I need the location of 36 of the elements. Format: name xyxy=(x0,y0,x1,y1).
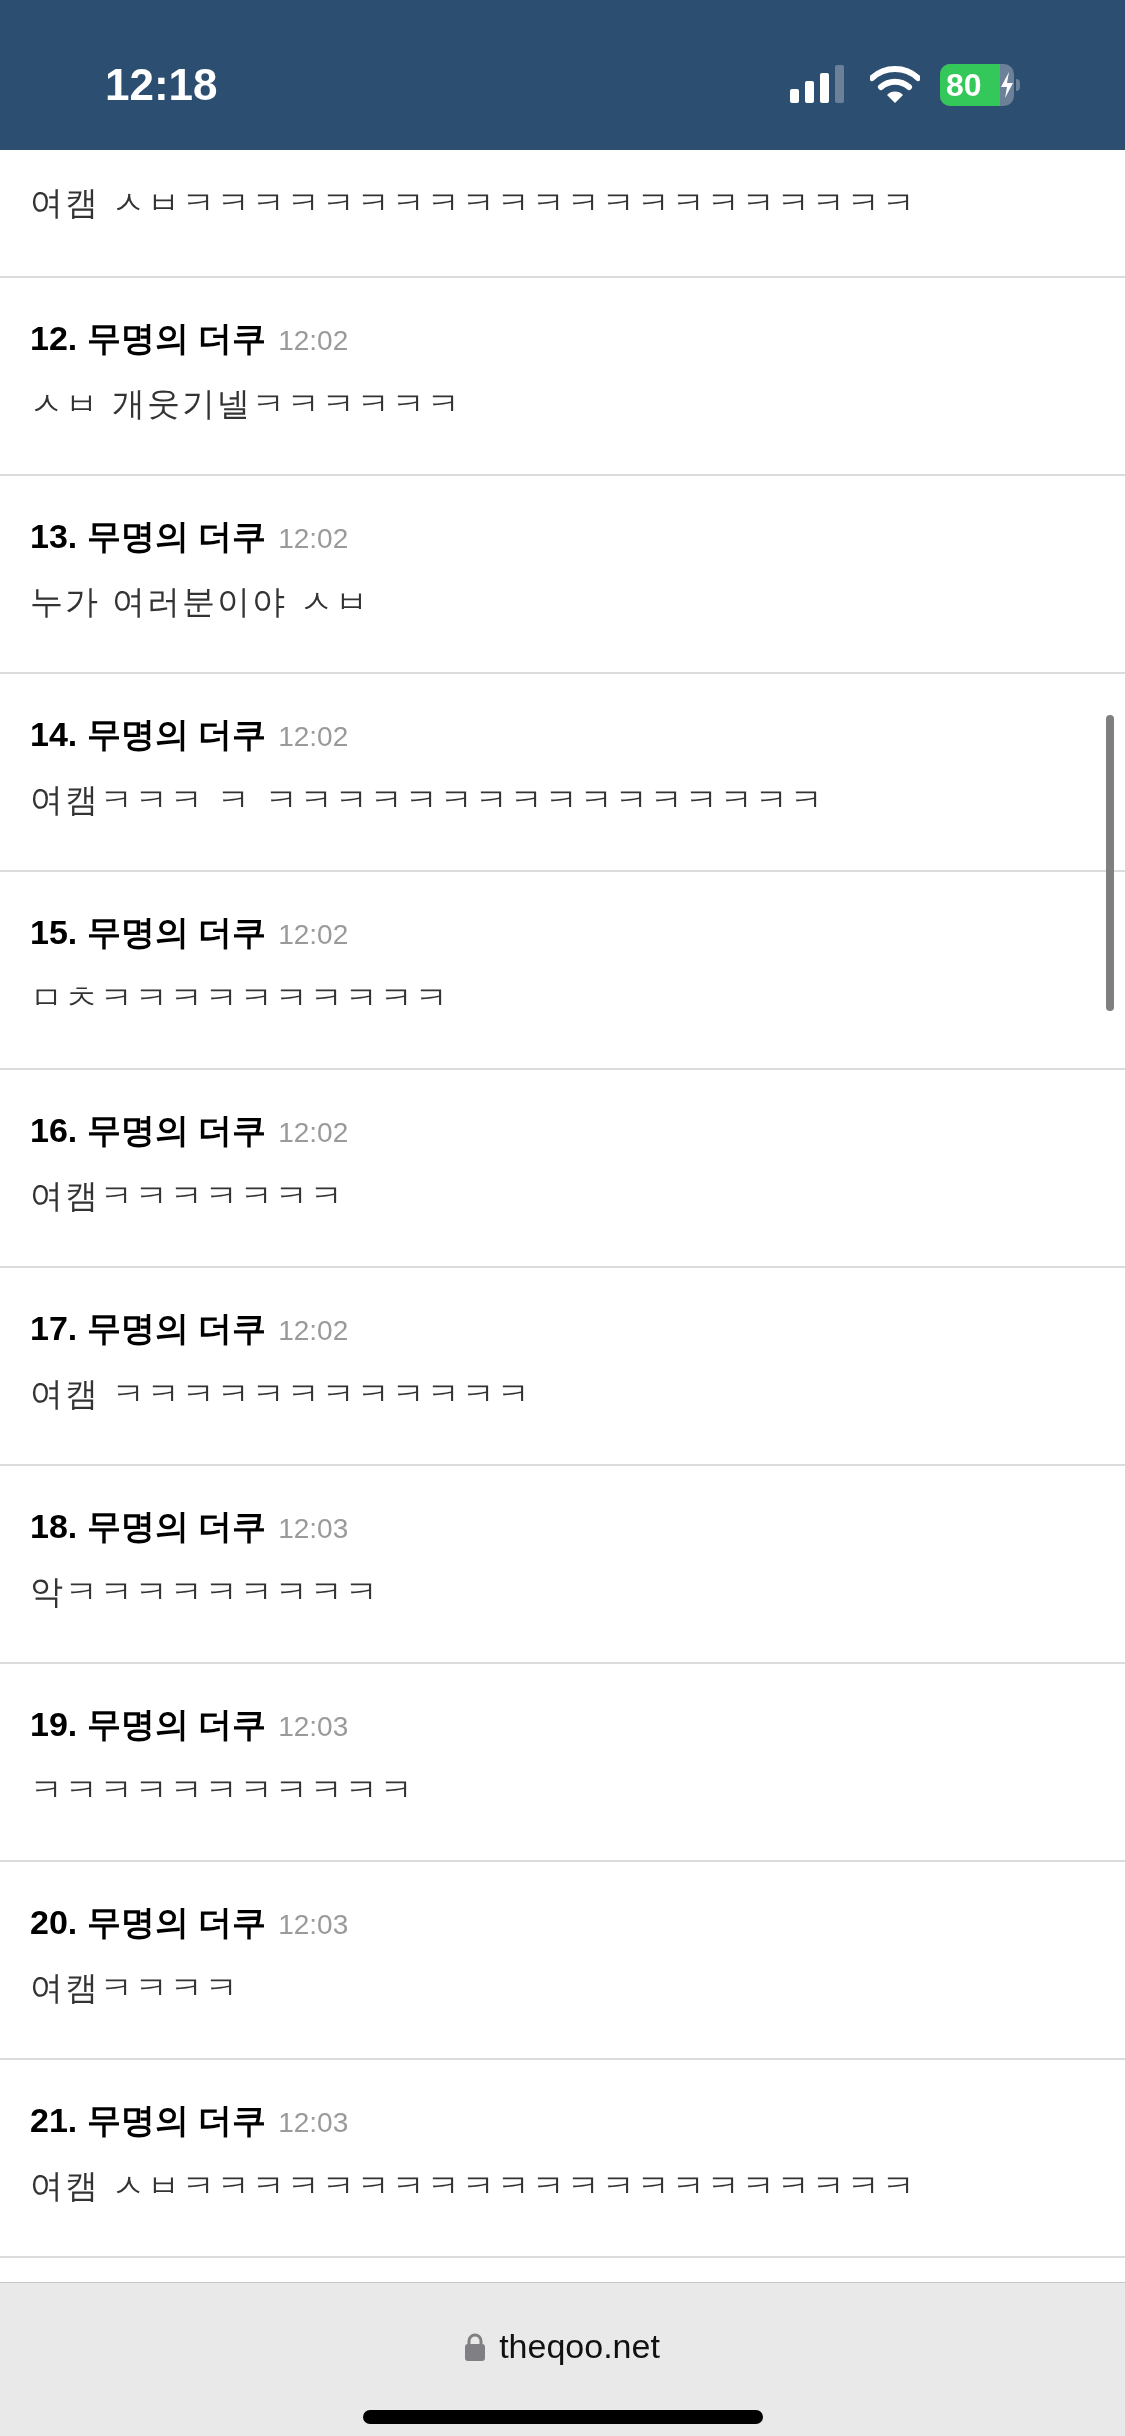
comment-time: 12:02 xyxy=(278,720,349,754)
status-time: 12:18 xyxy=(105,59,218,111)
comment-text: 여캠 ㅋㅋㅋㅋㅋㅋㅋㅋㅋㅋㅋㅋ xyxy=(30,1373,533,1415)
comment-author: 19. 무명의 더쿠 xyxy=(30,1704,267,1745)
comment-author: 20. 무명의 더쿠 xyxy=(30,1902,267,1943)
lock-icon xyxy=(465,2332,486,2361)
comment-text: ㅁㅊㅋㅋㅋㅋㅋㅋㅋㅋㅋㅋ xyxy=(30,977,450,1019)
comment-time: 12:03 xyxy=(278,2106,349,2140)
comment-text: 악ㅋㅋㅋㅋㅋㅋㅋㅋㅋ xyxy=(30,1571,380,1613)
comment-time: 12:03 xyxy=(278,1512,349,1546)
comment-time: 12:02 xyxy=(278,918,349,952)
comment-time: 12:03 xyxy=(278,1710,349,1744)
comment-author: 17. 무명의 더쿠 xyxy=(30,1308,267,1349)
comment-time: 12:02 xyxy=(278,522,349,556)
comment-text: 여캠ㅋㅋㅋㅋ xyxy=(30,1967,240,2009)
comment-text: ㅋㅋㅋㅋㅋㅋㅋㅋㅋㅋㅋ xyxy=(30,1769,415,1811)
comment-author: 12. 무명의 더쿠 xyxy=(30,318,267,359)
comment-author: 13. 무명의 더쿠 xyxy=(30,516,267,557)
url-text[interactable]: theqoo.net xyxy=(499,2321,660,2372)
comment-time: 12:02 xyxy=(278,1314,349,1348)
comment-author: 15. 무명의 더쿠 xyxy=(30,912,267,953)
comment-time: 12:02 xyxy=(278,324,349,358)
comment-text: 여캠 ㅅㅂㅋㅋㅋㅋㅋㅋㅋㅋㅋㅋㅋㅋㅋㅋㅋㅋㅋㅋㅋㅋㅋ xyxy=(30,182,918,224)
comment-text: 누가 여러분이야 ㅅㅂ xyxy=(30,581,370,623)
comment-text: 여캠ㅋㅋㅋㅋㅋㅋㅋ xyxy=(30,1175,345,1217)
comment-text: 여캠ㅋㅋㅋ ㅋ ㅋㅋㅋㅋㅋㅋㅋㅋㅋㅋㅋㅋㅋㅋㅋㅋ xyxy=(30,779,825,821)
comment-text: 여캠 ㅅㅂㅋㅋㅋㅋㅋㅋㅋㅋㅋㅋㅋㅋㅋㅋㅋㅋㅋㅋㅋㅋㅋ xyxy=(30,2165,918,2207)
comment-author: 14. 무명의 더쿠 xyxy=(30,714,267,755)
comment-author: 21. 무명의 더쿠 xyxy=(30,2100,267,2141)
comment-author: 16. 무명의 더쿠 xyxy=(30,1110,267,1151)
battery-level: 80 xyxy=(946,69,982,101)
comment-text: ㅅㅂ 개웃기넬ㅋㅋㅋㅋㅋㅋ xyxy=(30,383,463,425)
comment-time: 12:02 xyxy=(278,1116,349,1150)
wifi-icon xyxy=(870,66,920,104)
comment-time: 12:03 xyxy=(278,1908,349,1942)
comment-author: 18. 무명의 더쿠 xyxy=(30,1506,267,1547)
